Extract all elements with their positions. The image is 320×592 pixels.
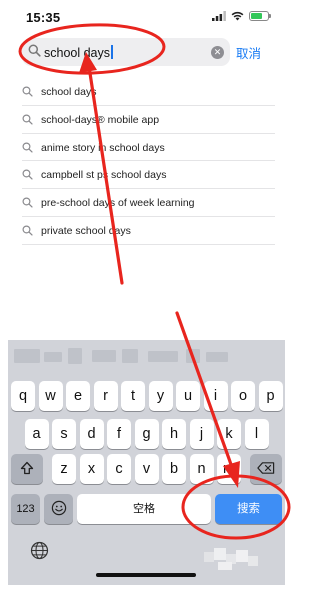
search-icon (22, 86, 33, 97)
suggestion-item[interactable]: anime story in school days (22, 134, 275, 162)
cancel-button[interactable]: 取消 (236, 43, 261, 62)
shift-key[interactable] (11, 454, 43, 484)
key-t[interactable]: t (121, 381, 145, 411)
suggestion-text: school-days® mobile app (41, 113, 160, 126)
suggestion-item[interactable]: school-days® mobile app (22, 106, 275, 134)
suggestion-item[interactable]: pre-school days of week learning (22, 189, 275, 217)
home-indicator (96, 573, 196, 577)
key-g[interactable]: g (134, 419, 159, 449)
search-icon (22, 197, 33, 208)
key-v[interactable]: v (134, 454, 159, 484)
wifi-icon (231, 11, 244, 21)
suggestion-text: private school days (41, 224, 131, 237)
text-cursor (111, 45, 113, 59)
status-icons (212, 11, 271, 21)
shift-icon (20, 461, 34, 475)
status-time: 15:35 (26, 10, 61, 25)
suggestion-item[interactable]: campbell st ps school days (22, 161, 275, 190)
predictive-bar (8, 340, 285, 374)
key-q[interactable]: q (11, 381, 35, 411)
clear-icon[interactable]: ✕ (211, 46, 224, 59)
key-u[interactable]: u (176, 381, 200, 411)
key-k[interactable]: k (217, 419, 241, 449)
search-icon (22, 142, 33, 153)
key-i[interactable]: i (203, 381, 228, 411)
key-p[interactable]: p (258, 381, 283, 411)
backspace-icon (257, 462, 275, 474)
key-s[interactable]: s (52, 419, 76, 449)
suggestion-text: pre-school days of week learning (41, 197, 195, 210)
search-field[interactable]: school days ✕ (22, 38, 230, 66)
key-h[interactable]: h (162, 419, 186, 449)
key-f[interactable]: f (107, 419, 131, 449)
suggestion-item[interactable]: school days (22, 78, 275, 106)
suggestion-item[interactable]: private school days (22, 217, 275, 245)
key-d[interactable]: d (79, 419, 104, 449)
emoji-key[interactable] (44, 494, 73, 524)
key-e[interactable]: e (66, 381, 90, 411)
search-icon (22, 225, 33, 236)
key-x[interactable]: x (79, 454, 104, 484)
key-c[interactable]: c (107, 454, 131, 484)
key-n[interactable]: n (189, 454, 214, 484)
key-m[interactable]: m (217, 454, 241, 484)
numbers-key[interactable]: 123 (11, 494, 40, 524)
key-a[interactable]: a (24, 419, 49, 449)
search-icon (22, 114, 33, 125)
signal-icon (212, 11, 226, 21)
key-w[interactable]: w (38, 381, 63, 411)
battery-icon (249, 11, 271, 21)
status-bar: 15:35 (0, 0, 293, 34)
suggestion-text: school days (41, 86, 97, 98)
key-y[interactable]: y (148, 381, 173, 411)
search-bar: school days ✕ 取消 (0, 34, 293, 70)
key-z[interactable]: z (52, 454, 76, 484)
key-j[interactable]: j (189, 419, 214, 449)
redaction-mosaic (204, 548, 258, 570)
key-b[interactable]: b (162, 454, 186, 484)
delete-key[interactable] (250, 454, 282, 484)
search-input[interactable]: school days (44, 45, 113, 60)
search-icon (22, 169, 33, 181)
emoji-icon (51, 500, 66, 516)
search-key[interactable]: 搜索 (215, 494, 282, 524)
key-l[interactable]: l (244, 419, 269, 449)
key-o[interactable]: o (231, 381, 255, 411)
key-r[interactable]: r (93, 381, 118, 411)
suggestion-list: school days school-days® mobile app anim… (0, 78, 293, 245)
space-key[interactable]: 空格 (77, 494, 211, 524)
suggestion-text: campbell st ps school days (41, 169, 167, 182)
suggestion-text: anime story in school days (41, 141, 165, 154)
globe-icon[interactable] (30, 541, 49, 560)
search-icon (28, 44, 41, 57)
